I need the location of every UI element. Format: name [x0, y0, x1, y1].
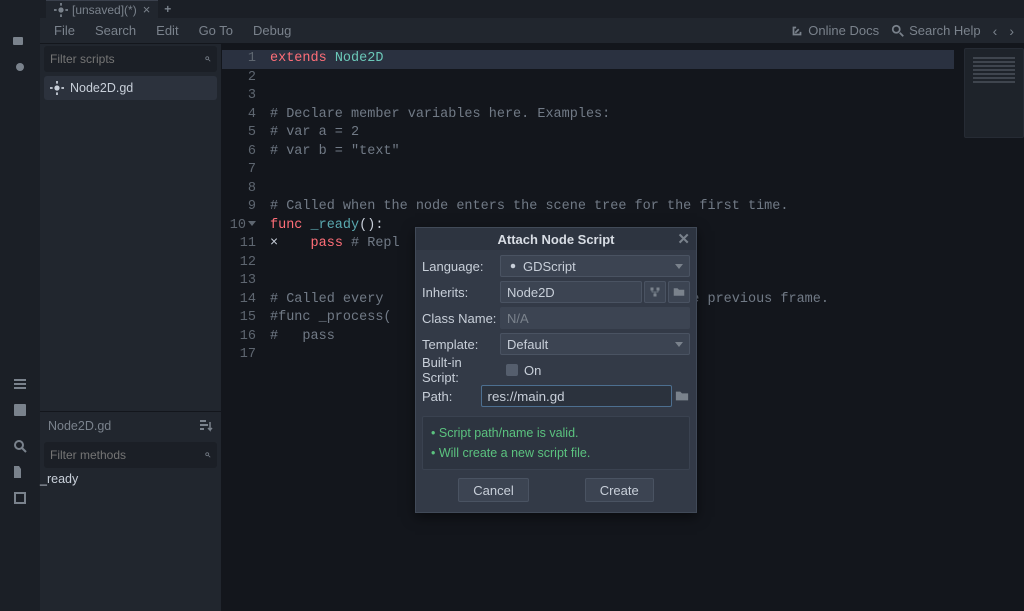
sort-icon[interactable] [197, 418, 213, 434]
close-icon[interactable]: × [143, 2, 151, 17]
tree-icon [649, 286, 661, 298]
rail-icon-bookmark[interactable] [0, 397, 40, 423]
history-forward-button[interactable]: › [1003, 23, 1020, 39]
class-name-label: Class Name: [422, 311, 500, 326]
template-dropdown[interactable]: Default [500, 333, 690, 355]
rail-icon-search[interactable] [0, 433, 40, 459]
rail-icon-list[interactable] [0, 371, 40, 397]
script-tree: Node2D.gd [40, 76, 221, 411]
rail-icon-scene[interactable] [0, 28, 40, 54]
filter-methods-input[interactable] [50, 448, 205, 462]
folder-icon [673, 286, 685, 298]
gear-icon [50, 81, 64, 95]
menu-edit[interactable]: Edit [146, 23, 188, 38]
builtin-value: On [524, 363, 541, 378]
minimap[interactable] [964, 48, 1024, 138]
script-tree-item[interactable]: Node2D.gd [44, 76, 217, 100]
methods-header: Node2D.gd [48, 419, 111, 433]
builtin-label: Built-in Script: [422, 355, 500, 385]
inherits-label: Inherits: [422, 285, 500, 300]
validation-message: Script path/name is valid. [431, 423, 681, 443]
menu-file[interactable]: File [44, 23, 85, 38]
link-icon [790, 24, 804, 38]
browse-path-button[interactable] [674, 385, 691, 407]
document-tab[interactable]: [unsaved](*) × [46, 0, 158, 18]
template-label: Template: [422, 337, 500, 352]
script-name: Node2D.gd [70, 81, 133, 95]
filter-methods-field[interactable] [44, 442, 217, 468]
class-name-field: N/A [500, 307, 690, 329]
gear-icon [54, 3, 68, 17]
attach-script-dialog: Attach Node Script ✕ Language: GDScript … [415, 227, 697, 513]
search-icon [205, 52, 211, 66]
tab-label: [unsaved](*) [72, 3, 137, 17]
online-docs-link[interactable]: Online Docs [784, 23, 885, 38]
search-icon [891, 24, 905, 38]
path-input[interactable] [481, 385, 672, 407]
filter-scripts-field[interactable] [44, 46, 217, 72]
left-activity-rail [0, 0, 40, 611]
language-label: Language: [422, 259, 500, 274]
search-icon [205, 448, 211, 462]
script-menubar: File Search Edit Go To Debug Online Docs… [40, 18, 1024, 44]
class-tree-button[interactable] [644, 281, 666, 303]
browse-class-button[interactable] [668, 281, 690, 303]
inherits-field[interactable]: Node2D [500, 281, 642, 303]
filter-scripts-input[interactable] [50, 52, 205, 66]
cancel-button[interactable]: Cancel [458, 478, 528, 502]
path-label: Path: [422, 389, 481, 404]
menu-debug[interactable]: Debug [243, 23, 301, 38]
language-dropdown[interactable]: GDScript [500, 255, 690, 277]
method-item[interactable]: _ready [40, 472, 221, 486]
rail-icon-view[interactable] [0, 54, 40, 80]
rail-icon-box[interactable] [0, 485, 40, 511]
menu-search[interactable]: Search [85, 23, 146, 38]
folder-icon [675, 389, 689, 403]
chevron-down-icon [675, 264, 683, 269]
dialog-title: Attach Node Script [497, 232, 614, 247]
script-side-panel: Node2D.gd Node2D.gd _ready [40, 44, 222, 611]
document-tabstrip: [unsaved](*) × + [40, 0, 1024, 18]
chevron-down-icon [675, 342, 683, 347]
method-name: _ready [40, 472, 78, 486]
history-back-button[interactable]: ‹ [987, 23, 1004, 39]
create-button[interactable]: Create [585, 478, 654, 502]
builtin-checkbox[interactable] [506, 364, 518, 376]
methods-panel: Node2D.gd _ready [40, 411, 221, 611]
validation-message: Will create a new script file. [431, 443, 681, 463]
rail-icon-tool[interactable] [0, 459, 40, 485]
gear-icon [507, 260, 519, 272]
close-icon[interactable]: ✕ [677, 230, 690, 248]
search-help-link[interactable]: Search Help [885, 23, 987, 38]
menu-goto[interactable]: Go To [189, 23, 243, 38]
add-tab-button[interactable]: + [164, 2, 171, 16]
dialog-titlebar[interactable]: Attach Node Script ✕ [416, 228, 696, 250]
validation-box: Script path/name is valid. Will create a… [422, 416, 690, 470]
